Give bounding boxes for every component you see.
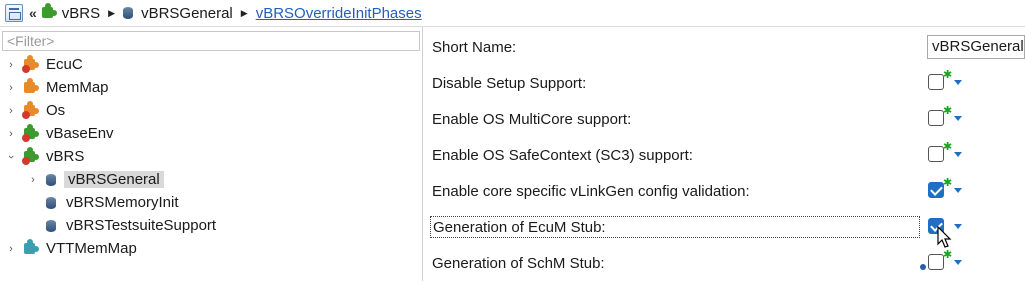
tree-item-vbrs[interactable]: › vBRS bbox=[4, 145, 84, 168]
chevron-right-icon[interactable]: › bbox=[4, 82, 18, 94]
chevron-right-icon[interactable]: › bbox=[26, 174, 40, 186]
toggle-tree-icon[interactable] bbox=[5, 4, 23, 22]
default-marker-icon: ✱ bbox=[943, 177, 953, 189]
default-marker-icon: ✱ bbox=[943, 141, 953, 153]
os-safecontext-label: Enable OS SafeContext (SC3) support: bbox=[432, 146, 693, 164]
breadcrumb-item-overrideinitphases[interactable]: vBRSOverrideInitPhases bbox=[256, 5, 422, 22]
back-chevron-icon[interactable]: « bbox=[29, 5, 37, 21]
options-dropdown-icon[interactable] bbox=[954, 152, 962, 157]
os-multicore-checkbox[interactable] bbox=[928, 110, 944, 126]
default-marker-icon: ✱ bbox=[943, 69, 953, 81]
tree-item-vttmemmap[interactable]: › VTTMemMap bbox=[4, 237, 137, 260]
breadcrumb-separator-icon: ▶ bbox=[240, 7, 248, 18]
short-name-label: Short Name: bbox=[432, 38, 517, 56]
options-dropdown-icon[interactable] bbox=[954, 188, 962, 193]
breadcrumb: « vBRS ▶ vBRSGeneral ▶ vBRSOverrideInitP… bbox=[0, 0, 1025, 27]
os-multicore-label: Enable OS MultiCore support: bbox=[432, 110, 632, 128]
puzzle-orange-icon bbox=[22, 100, 40, 120]
schm-stub-checkbox[interactable] bbox=[928, 254, 944, 270]
os-safecontext-checkbox[interactable] bbox=[928, 146, 944, 162]
chevron-down-icon[interactable]: › bbox=[5, 150, 17, 164]
mouse-cursor-icon bbox=[937, 226, 952, 248]
puzzle-green-icon bbox=[22, 123, 40, 143]
puzzle-orange-icon bbox=[22, 54, 40, 74]
short-name-field[interactable]: vBRSGeneral bbox=[927, 35, 1025, 59]
filter-input[interactable]: <Filter> bbox=[2, 31, 420, 51]
options-dropdown-icon[interactable] bbox=[954, 224, 962, 229]
schm-stub-label: Generation of SchM Stub: bbox=[432, 254, 605, 272]
core-validation-checkbox[interactable] bbox=[928, 182, 944, 198]
tree-item-vbrstestsuitesupport[interactable]: vBRSTestsuiteSupport bbox=[40, 214, 216, 237]
breadcrumb-item-vbrs[interactable]: vBRS bbox=[40, 3, 100, 22]
core-validation-label: Enable core specific vLinkGen config val… bbox=[432, 182, 750, 200]
disable-setup-checkbox[interactable] bbox=[928, 74, 944, 90]
container-icon bbox=[123, 7, 134, 19]
info-icon bbox=[920, 264, 926, 270]
tree-item-memmap[interactable]: › MemMap bbox=[4, 76, 109, 99]
breadcrumb-separator-icon: ▶ bbox=[108, 7, 116, 18]
puzzle-green-icon bbox=[40, 3, 58, 22]
options-dropdown-icon[interactable] bbox=[954, 80, 962, 85]
chevron-right-icon[interactable]: › bbox=[4, 128, 18, 140]
container-icon bbox=[46, 219, 56, 232]
chevron-right-icon[interactable]: › bbox=[4, 59, 18, 71]
tree-item-os[interactable]: › Os bbox=[4, 99, 65, 122]
ecum-stub-label: Generation of EcuM Stub: bbox=[430, 216, 920, 238]
breadcrumb-item-vbrsgeneral[interactable]: vBRSGeneral bbox=[123, 5, 233, 22]
tree-item-vbrsgeneral[interactable]: › vBRSGeneral bbox=[26, 168, 164, 191]
container-icon bbox=[46, 196, 56, 209]
options-dropdown-icon[interactable] bbox=[954, 116, 962, 121]
chevron-right-icon[interactable]: › bbox=[4, 243, 18, 255]
tree-item-ecuc[interactable]: › EcuC bbox=[4, 53, 83, 76]
container-icon bbox=[46, 173, 56, 186]
panel-divider[interactable] bbox=[422, 27, 423, 281]
disable-setup-label: Disable Setup Support: bbox=[432, 74, 587, 92]
puzzle-orange-icon bbox=[22, 77, 40, 97]
tree-item-vbrsmemoryinit[interactable]: vBRSMemoryInit bbox=[40, 191, 179, 214]
options-dropdown-icon[interactable] bbox=[954, 260, 962, 265]
chevron-right-icon[interactable]: › bbox=[4, 105, 18, 117]
puzzle-teal-icon bbox=[22, 238, 40, 258]
tree-item-vbaseenv[interactable]: › vBaseEnv bbox=[4, 122, 114, 145]
default-marker-icon: ✱ bbox=[943, 105, 953, 117]
puzzle-green-icon bbox=[22, 146, 40, 166]
